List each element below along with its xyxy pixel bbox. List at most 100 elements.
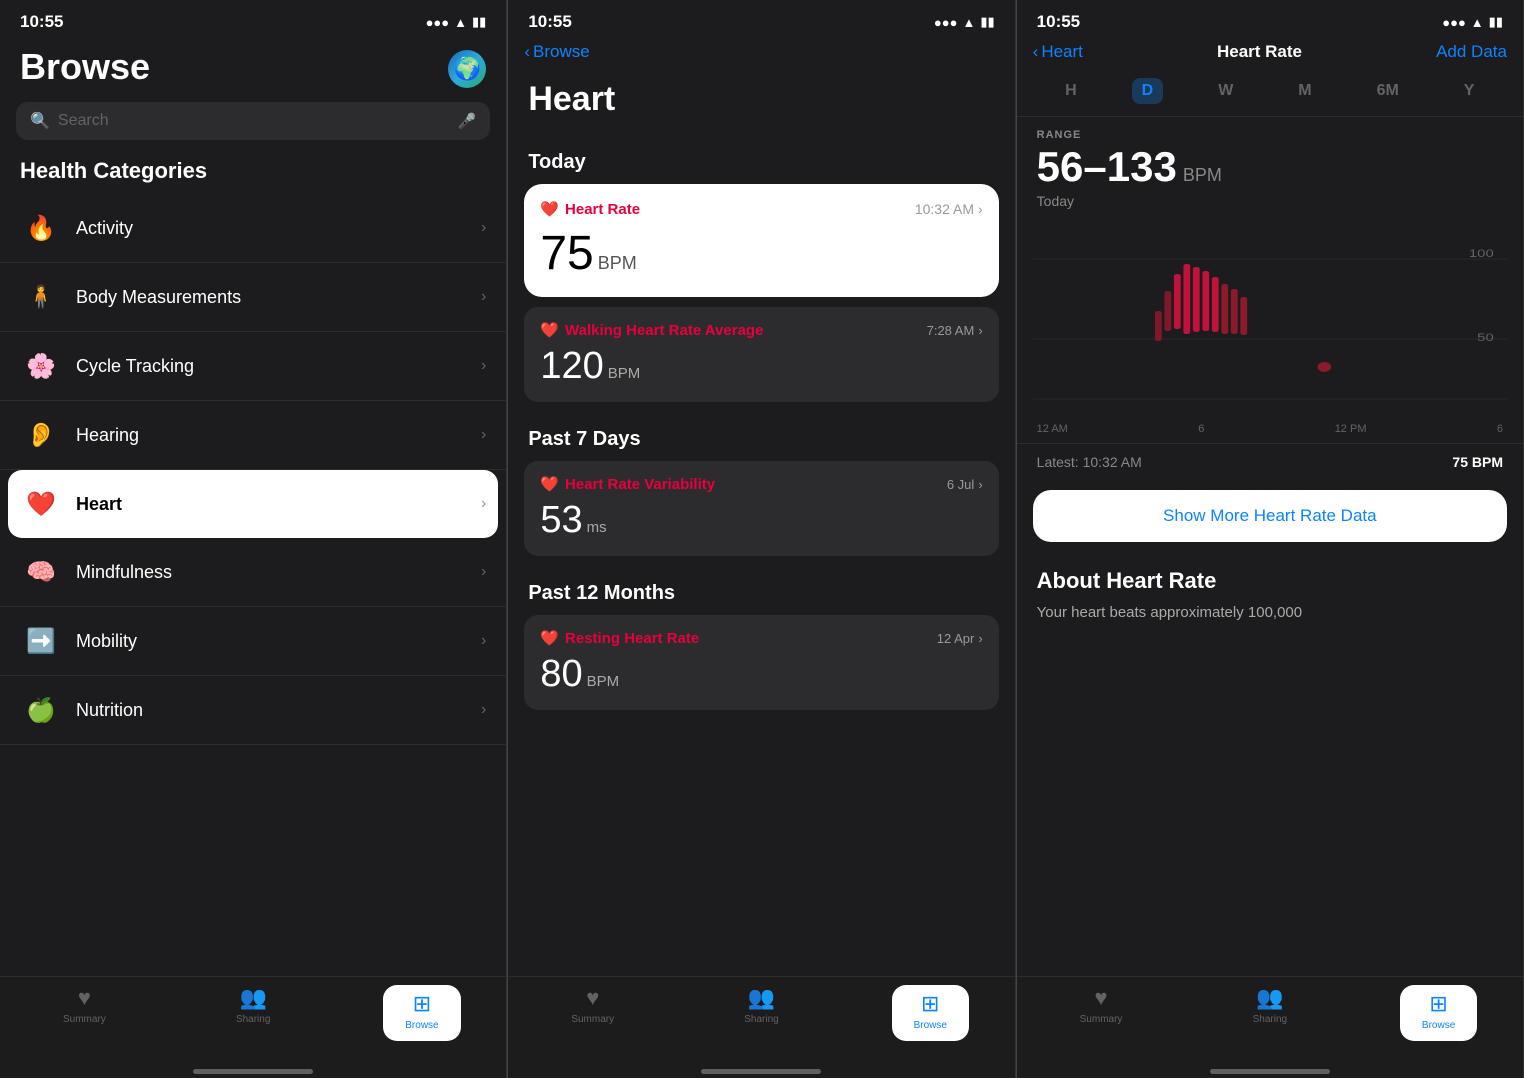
- sharing-icon-1: 👥: [239, 985, 266, 1011]
- back-button-heart[interactable]: ‹ Heart: [1033, 42, 1083, 62]
- tab-bar-1: ♥ Summary 👥 Sharing ⊞ Browse: [0, 976, 506, 1061]
- heartrate-nav: ‹ Heart Heart Rate Add Data: [1017, 38, 1523, 72]
- browse-panel: 10:55 ●●● ▲ ▮▮ Browse 🌍 🔍 Search 🎤 Healt…: [0, 0, 507, 1078]
- body-measurements-label: Body Measurements: [76, 287, 481, 308]
- tab-summary-3[interactable]: ♥ Summary: [1017, 985, 1186, 1041]
- sidebar-item-body-measurements[interactable]: 🧍 Body Measurements ›: [0, 263, 506, 332]
- sidebar-item-heart[interactable]: ❤️ Heart ›: [8, 470, 498, 538]
- nutrition-chevron: ›: [481, 701, 486, 719]
- range-number: 56–133: [1037, 143, 1177, 191]
- heart-rate-chart: 100 50: [1033, 219, 1507, 419]
- tab-sharing-1[interactable]: 👥 Sharing: [169, 985, 338, 1041]
- tab-sharing-2[interactable]: 👥 Sharing: [677, 985, 846, 1041]
- battery-icon-1: ▮▮: [472, 14, 486, 30]
- status-bar-2: 10:55 ●●● ▲ ▮▮: [508, 0, 1014, 38]
- status-icons-1: ●●● ▲ ▮▮: [426, 14, 487, 30]
- sidebar-item-mindfulness[interactable]: 🧠 Mindfulness ›: [0, 538, 506, 607]
- sidebar-item-activity[interactable]: 🔥 Activity ›: [0, 194, 506, 263]
- status-time-3: 10:55: [1037, 12, 1080, 32]
- walking-avg-card[interactable]: ❤️ Walking Heart Rate Average 7:28 AM › …: [524, 307, 998, 402]
- back-button-browse[interactable]: ‹ Browse: [524, 42, 589, 62]
- browse-label-2: Browse: [914, 1020, 947, 1031]
- browse-icon-1: ⊞: [413, 991, 431, 1017]
- show-more-button[interactable]: Show More Heart Rate Data: [1163, 506, 1377, 525]
- heart-rate-card[interactable]: ❤️ Heart Rate 10:32 AM › 75 BPM: [524, 184, 998, 297]
- browse-title: Browse: [20, 46, 150, 88]
- tab-browse-3[interactable]: ⊞ Browse: [1354, 985, 1523, 1041]
- time-btn-W[interactable]: W: [1208, 78, 1243, 104]
- cycle-chevron: ›: [481, 357, 486, 375]
- sidebar-item-hearing[interactable]: 👂 Hearing ›: [0, 401, 506, 470]
- sharing-label-1: Sharing: [236, 1014, 270, 1025]
- globe-icon[interactable]: 🌍: [448, 50, 486, 88]
- time-btn-6M[interactable]: 6M: [1367, 78, 1409, 104]
- hr-latest-value: 75 BPM: [1452, 454, 1503, 470]
- tab-summary-1[interactable]: ♥ Summary: [0, 985, 169, 1041]
- walking-avg-time: 7:28 AM ›: [927, 323, 983, 338]
- range-value-display: 56–133 BPM: [1017, 143, 1523, 191]
- resting-heart-icon: ❤️: [540, 629, 559, 647]
- about-section: About Heart Rate Your heart beats approx…: [1017, 552, 1523, 641]
- back-label-2: Browse: [533, 42, 590, 62]
- cycle-tracking-icon: 🌸: [20, 345, 62, 387]
- signal-icon-1: ●●●: [426, 15, 450, 30]
- resting-hr-unit: BPM: [587, 673, 620, 690]
- summary-icon-3: ♥: [1095, 985, 1108, 1011]
- cycle-tracking-label: Cycle Tracking: [76, 356, 481, 377]
- browse-label-3: Browse: [1422, 1020, 1455, 1031]
- tab-browse-2[interactable]: ⊞ Browse: [846, 985, 1015, 1041]
- about-text: Your heart beats approximately 100,000: [1037, 602, 1503, 625]
- browse-label-1: Browse: [405, 1020, 438, 1031]
- show-more-card[interactable]: Show More Heart Rate Data: [1033, 490, 1507, 542]
- svg-text:100: 100: [1469, 247, 1494, 260]
- hrv-card[interactable]: ❤️ Heart Rate Variability 6 Jul › 53 ms: [524, 461, 998, 556]
- time-btn-D[interactable]: D: [1132, 78, 1164, 104]
- x-label-6: 6: [1198, 423, 1204, 435]
- sharing-icon-3: 👥: [1256, 985, 1283, 1011]
- sidebar-item-nutrition[interactable]: 🍏 Nutrition ›: [0, 676, 506, 745]
- summary-label-2: Summary: [571, 1014, 614, 1025]
- heart-rate-value: 75 BPM: [540, 226, 982, 281]
- search-bar[interactable]: 🔍 Search 🎤: [16, 102, 490, 140]
- summary-icon-1: ♥: [78, 985, 91, 1011]
- x-label-12am: 12 AM: [1037, 423, 1068, 435]
- hrv-unit: ms: [587, 519, 607, 536]
- status-time-1: 10:55: [20, 12, 63, 32]
- search-icon: 🔍: [30, 111, 50, 131]
- browse-header: Browse 🌍: [0, 38, 506, 102]
- tab-browse-1[interactable]: ⊞ Browse: [338, 985, 507, 1041]
- browse-icon-2: ⊞: [921, 991, 939, 1017]
- battery-icon-3: ▮▮: [1489, 14, 1503, 30]
- heart-page-title: Heart: [508, 72, 1014, 135]
- chart-x-axis: 12 AM 6 12 PM 6: [1017, 419, 1523, 435]
- about-title: About Heart Rate: [1037, 568, 1503, 594]
- hrv-heart-icon: ❤️: [540, 475, 559, 493]
- walking-avg-value: 120 BPM: [540, 345, 982, 388]
- time-selector: H D W M 6M Y: [1017, 72, 1523, 117]
- tab-sharing-3[interactable]: 👥 Sharing: [1185, 985, 1354, 1041]
- walking-heart-icon: ❤️: [540, 321, 559, 339]
- mindfulness-label: Mindfulness: [76, 562, 481, 583]
- heart-rate-chevron: ›: [978, 201, 983, 217]
- heart-rate-heart-icon: ❤️: [540, 200, 559, 218]
- mindfulness-icon: 🧠: [20, 551, 62, 593]
- body-chevron: ›: [481, 288, 486, 306]
- tab-summary-2[interactable]: ♥ Summary: [508, 985, 677, 1041]
- chart-svg: 100 50: [1033, 219, 1507, 419]
- hrv-time: 6 Jul ›: [947, 477, 983, 492]
- time-btn-Y[interactable]: Y: [1454, 78, 1485, 104]
- heart-rate-unit: BPM: [598, 253, 637, 274]
- resting-hr-card[interactable]: ❤️ Resting Heart Rate 12 Apr › 80 BPM: [524, 615, 998, 710]
- status-icons-3: ●●● ▲ ▮▮: [1442, 14, 1503, 30]
- time-btn-H[interactable]: H: [1055, 78, 1087, 104]
- browse-icon-3: ⊞: [1429, 991, 1447, 1017]
- microphone-icon[interactable]: 🎤: [458, 112, 477, 130]
- battery-icon-2: ▮▮: [980, 14, 994, 30]
- sidebar-item-cycle-tracking[interactable]: 🌸 Cycle Tracking ›: [0, 332, 506, 401]
- resting-chevron: ›: [978, 631, 982, 646]
- time-btn-M[interactable]: M: [1288, 78, 1321, 104]
- resting-hr-header: ❤️ Resting Heart Rate 12 Apr ›: [540, 629, 982, 647]
- sidebar-item-mobility[interactable]: ➡️ Mobility ›: [0, 607, 506, 676]
- add-data-button[interactable]: Add Data: [1436, 42, 1507, 62]
- wifi-icon-1: ▲: [454, 15, 467, 30]
